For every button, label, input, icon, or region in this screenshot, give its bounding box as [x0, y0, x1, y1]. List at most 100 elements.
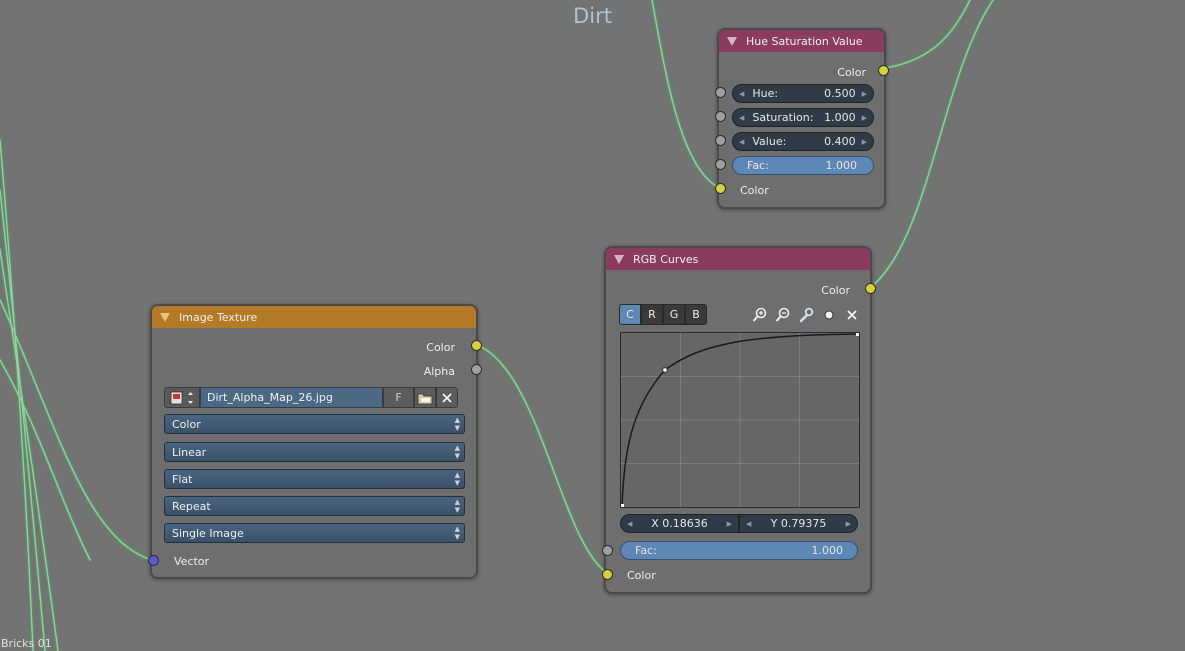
hsv-value-label: Value:: [752, 135, 787, 148]
rgb-curves-fac-socket[interactable]: [602, 545, 613, 556]
dot-icon[interactable]: [820, 306, 837, 323]
interpolation-dropdown[interactable]: Linear ▲ ▼: [164, 442, 465, 462]
image-name-field[interactable]: Dirt_Alpha_Map_26.jpg: [200, 387, 383, 408]
wrench-icon[interactable]: [797, 306, 814, 323]
rgb-curves-fac-label: Fac:: [635, 544, 657, 557]
color-space-value: Color: [172, 417, 201, 431]
image-texture-output-color-label: Color: [426, 341, 455, 354]
hsv-output-color-label: Color: [837, 66, 866, 79]
hsv-input-color-label: Color: [740, 184, 769, 197]
zoom-in-icon[interactable]: [751, 306, 768, 323]
tab-g[interactable]: G: [663, 304, 685, 325]
decrement-arrow-icon[interactable]: ◀: [739, 138, 744, 146]
tree-name-label: Bricks 01: [1, 637, 52, 650]
hsv-output-color-socket[interactable]: [878, 65, 889, 76]
rgb-curves-node[interactable]: RGB Curves Color C R G B ◀ X 0.18636 ▶ ◀…: [602, 246, 876, 594]
increment-arrow-icon[interactable]: ▶: [862, 90, 867, 98]
hsv-hue-value: 0.500: [824, 87, 856, 100]
decrement-arrow-icon[interactable]: ◀: [746, 520, 751, 528]
curve-point: [662, 367, 668, 373]
fake-user-toggle[interactable]: F: [383, 387, 414, 408]
projection-value: Flat: [172, 472, 193, 486]
open-image-button[interactable]: [414, 387, 436, 408]
hsv-value-socket[interactable]: [715, 135, 726, 146]
hsv-fac-label: Fac:: [747, 159, 769, 172]
updown-arrows-icon: ▲ ▼: [454, 471, 460, 487]
tab-r[interactable]: R: [641, 304, 663, 325]
rgb-curves-input-color-label: Color: [627, 569, 656, 582]
image-texture-vector-label: Vector: [174, 555, 210, 568]
image-texture-node[interactable]: Image Texture Color Alpha Dirt_Alpha_Map…: [148, 304, 482, 579]
hsv-node[interactable]: Hue Saturation Value Color ◀ Hue: 0.500 …: [715, 28, 889, 209]
hsv-saturation-field[interactable]: ◀ Saturation: 1.000 ▶: [732, 108, 874, 127]
hsv-input-color-socket[interactable]: [715, 183, 726, 194]
increment-arrow-icon[interactable]: ▶: [862, 138, 867, 146]
hsv-value-field[interactable]: ◀ Value: 0.400 ▶: [732, 132, 874, 151]
hsv-node-header[interactable]: Hue Saturation Value: [719, 30, 884, 52]
increment-arrow-icon[interactable]: ▶: [846, 520, 851, 528]
updown-arrows-icon: ▲ ▼: [454, 444, 460, 460]
rgb-curves-fac-value: 1.000: [811, 544, 844, 557]
curve-x-field[interactable]: ◀ X 0.18636 ▶: [620, 514, 739, 533]
hsv-hue-socket[interactable]: [715, 87, 726, 98]
collapse-triangle-icon[interactable]: [614, 254, 624, 264]
source-value: Single Image: [172, 526, 244, 540]
unlink-image-button[interactable]: [436, 387, 458, 408]
curve-graph[interactable]: [620, 332, 860, 508]
rgb-curves-output-color-label: Color: [821, 284, 850, 297]
curve-tools: [751, 306, 860, 323]
image-texture-header[interactable]: Image Texture: [152, 306, 476, 328]
updown-arrows-icon: ▲ ▼: [454, 498, 460, 514]
increment-arrow-icon[interactable]: ▶: [862, 114, 867, 122]
hsv-hue-label: Hue:: [752, 87, 779, 100]
hsv-fac-socket[interactable]: [715, 159, 726, 170]
curve-y-value: Y 0.79375: [770, 517, 827, 530]
hsv-saturation-value: 1.000: [824, 111, 856, 124]
hsv-fac-slider[interactable]: Fac: 1.000: [732, 156, 874, 175]
rgb-curves-input-color-socket[interactable]: [602, 569, 613, 580]
collapse-triangle-icon[interactable]: [727, 36, 737, 46]
image-texture-output-color-socket[interactable]: [471, 340, 482, 351]
projection-dropdown[interactable]: Flat ▲ ▼: [164, 469, 465, 489]
decrement-arrow-icon[interactable]: ◀: [739, 114, 744, 122]
extension-dropdown[interactable]: Repeat ▲ ▼: [164, 496, 465, 516]
decrement-arrow-icon[interactable]: ◀: [627, 520, 632, 528]
hsv-value-value: 0.400: [824, 135, 856, 148]
image-texture-output-alpha-socket[interactable]: [471, 364, 482, 375]
collapse-triangle-icon[interactable]: [160, 312, 170, 322]
image-texture-output-alpha-label: Alpha: [423, 365, 455, 378]
folder-icon: [417, 393, 433, 404]
curve-endpoint: [856, 333, 859, 336]
close-icon[interactable]: [843, 306, 860, 323]
rgb-curves-fac-slider[interactable]: Fac: 1.000: [620, 541, 858, 560]
close-icon: [442, 392, 452, 403]
tab-b[interactable]: B: [685, 304, 707, 325]
image-browse-button[interactable]: [164, 387, 200, 408]
hsv-fac-value: 1.000: [825, 159, 858, 172]
node-tree-title: Dirt: [573, 4, 612, 28]
curve-channel-tabs: C R G B: [619, 304, 707, 325]
curve-x-value: X 0.18636: [651, 517, 708, 530]
curve-y-field[interactable]: ◀ Y 0.79375 ▶: [739, 514, 858, 533]
hsv-saturation-socket[interactable]: [715, 111, 726, 122]
image-selector: Dirt_Alpha_Map_26.jpg F: [164, 387, 458, 408]
rgb-curves-title: RGB Curves: [633, 252, 699, 266]
hsv-hue-field[interactable]: ◀ Hue: 0.500 ▶: [732, 84, 874, 103]
source-dropdown[interactable]: Single Image ▲ ▼: [164, 523, 465, 543]
rgb-curves-header[interactable]: RGB Curves: [606, 248, 870, 270]
color-space-dropdown[interactable]: Color ▲ ▼: [164, 414, 465, 434]
decrement-arrow-icon[interactable]: ◀: [739, 90, 744, 98]
curve-graph-canvas[interactable]: [621, 333, 859, 507]
updown-arrows-icon: ▲ ▼: [454, 525, 460, 541]
updown-arrows-icon: ▲ ▼: [454, 416, 460, 432]
curve-point-coordinates: ◀ X 0.18636 ▶ ◀ Y 0.79375 ▶: [620, 514, 858, 533]
interpolation-value: Linear: [172, 445, 207, 459]
zoom-out-icon[interactable]: [774, 306, 791, 323]
tab-c[interactable]: C: [619, 304, 641, 325]
curve-endpoint: [621, 504, 624, 507]
rgb-curves-output-color-socket[interactable]: [865, 283, 876, 294]
image-texture-vector-socket[interactable]: [148, 555, 159, 566]
increment-arrow-icon[interactable]: ▶: [727, 520, 732, 528]
hsv-node-title: Hue Saturation Value: [746, 34, 863, 48]
image-texture-title: Image Texture: [179, 310, 258, 324]
